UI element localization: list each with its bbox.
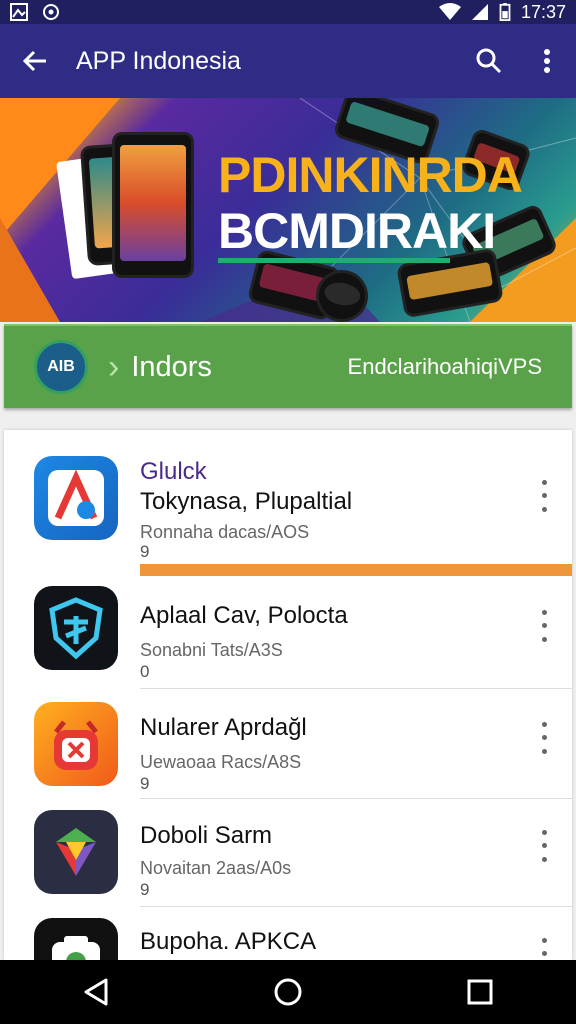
page-title: APP Indonesia xyxy=(76,46,241,75)
banner-phone-graphic xyxy=(112,132,194,278)
banner-underline xyxy=(218,258,450,263)
app-icon xyxy=(34,810,118,894)
category-label: Indors xyxy=(131,350,212,383)
download-progress xyxy=(140,564,572,576)
app-subtitle: Novaitan 2aas/A0s xyxy=(140,858,292,878)
app-name: Bupoha. APKCA xyxy=(140,928,317,955)
app-icon xyxy=(34,702,118,786)
app-count: 9 xyxy=(140,542,150,561)
signal-icon xyxy=(471,4,488,20)
clock: 17:37 xyxy=(520,1,566,22)
item-overflow-button[interactable] xyxy=(534,934,554,960)
item-overflow-button[interactable] xyxy=(534,826,554,866)
app-count: 9 xyxy=(140,880,150,899)
app-tag: Glulck xyxy=(140,458,207,485)
divider xyxy=(140,906,572,907)
app-subtitle: Uewaoaa Racs/A8S xyxy=(140,752,302,772)
nav-home-button[interactable] xyxy=(258,962,318,1022)
sync-notification-icon xyxy=(43,4,59,20)
item-overflow-button[interactable] xyxy=(534,718,554,758)
app-bar: APP Indonesia xyxy=(0,24,576,98)
item-overflow-button[interactable] xyxy=(534,606,554,646)
banner-subheadline: BCMDIRAKI xyxy=(218,203,496,259)
list-item[interactable]: Bupoha. APKCA xyxy=(4,908,572,960)
divider xyxy=(140,798,572,799)
category-strip[interactable]: AIB › Indors EndclarihoahiqiVPS xyxy=(4,324,572,408)
app-name: Doboli Sarm xyxy=(140,822,273,849)
item-overflow-button[interactable] xyxy=(534,476,554,516)
status-bar: 17:37 xyxy=(0,0,576,24)
search-icon xyxy=(476,48,502,74)
banner-headline: PDINKINRDA xyxy=(218,147,523,203)
gallery-notification-icon xyxy=(10,3,28,21)
more-vert-icon xyxy=(544,49,550,73)
category-right-text: EndclarihoahiqiVPS xyxy=(347,354,542,379)
list-item[interactable]: Doboli Sarm Novaitan 2aas/A0s 9 xyxy=(4,800,572,908)
app-icon xyxy=(34,918,118,960)
battery-icon xyxy=(499,3,511,21)
wifi-icon xyxy=(438,3,461,20)
nav-home-icon xyxy=(274,978,302,1006)
list-item[interactable]: Glulck Tokynasa, Plupaltial Ronnaha daca… xyxy=(4,430,572,580)
promo-banner[interactable]: PDINKINRDA BCMDIRAKI xyxy=(0,98,576,322)
nav-recents-button[interactable] xyxy=(450,962,510,1022)
category-badge: AIB xyxy=(34,340,88,394)
nav-back-button[interactable] xyxy=(66,962,126,1022)
app-count: 0 xyxy=(140,662,150,681)
back-arrow-icon xyxy=(22,50,46,72)
chevron-right-icon: › xyxy=(108,347,120,386)
download-progress-fill xyxy=(140,564,572,576)
app-list: Glulck Tokynasa, Plupaltial Ronnaha daca… xyxy=(4,430,572,960)
back-button[interactable] xyxy=(0,24,70,98)
overflow-menu-button[interactable] xyxy=(518,24,576,98)
app-subtitle: Sonabni Tats/A3S xyxy=(140,640,283,660)
nav-recents-icon xyxy=(467,979,493,1005)
search-button[interactable] xyxy=(460,24,518,98)
app-name: Tokynasa, Plupaltial xyxy=(140,488,353,515)
divider xyxy=(140,688,572,689)
system-navigation-bar xyxy=(0,960,576,1024)
app-icon xyxy=(34,456,118,540)
list-item[interactable]: Aplaal Cav, Polocta Sonabni Tats/A3S 0 xyxy=(4,580,572,690)
app-subtitle: Ronnaha dacas/AOS xyxy=(140,522,310,542)
list-item[interactable]: Nularer Aprdağl Uewaoaa Racs/A8S 9 xyxy=(4,690,572,800)
app-count: 9 xyxy=(140,774,150,793)
nav-back-icon xyxy=(84,978,108,1006)
app-name: Nularer Aprdağl xyxy=(140,714,307,741)
app-name: Aplaal Cav, Polocta xyxy=(140,602,348,629)
app-icon xyxy=(34,586,118,670)
